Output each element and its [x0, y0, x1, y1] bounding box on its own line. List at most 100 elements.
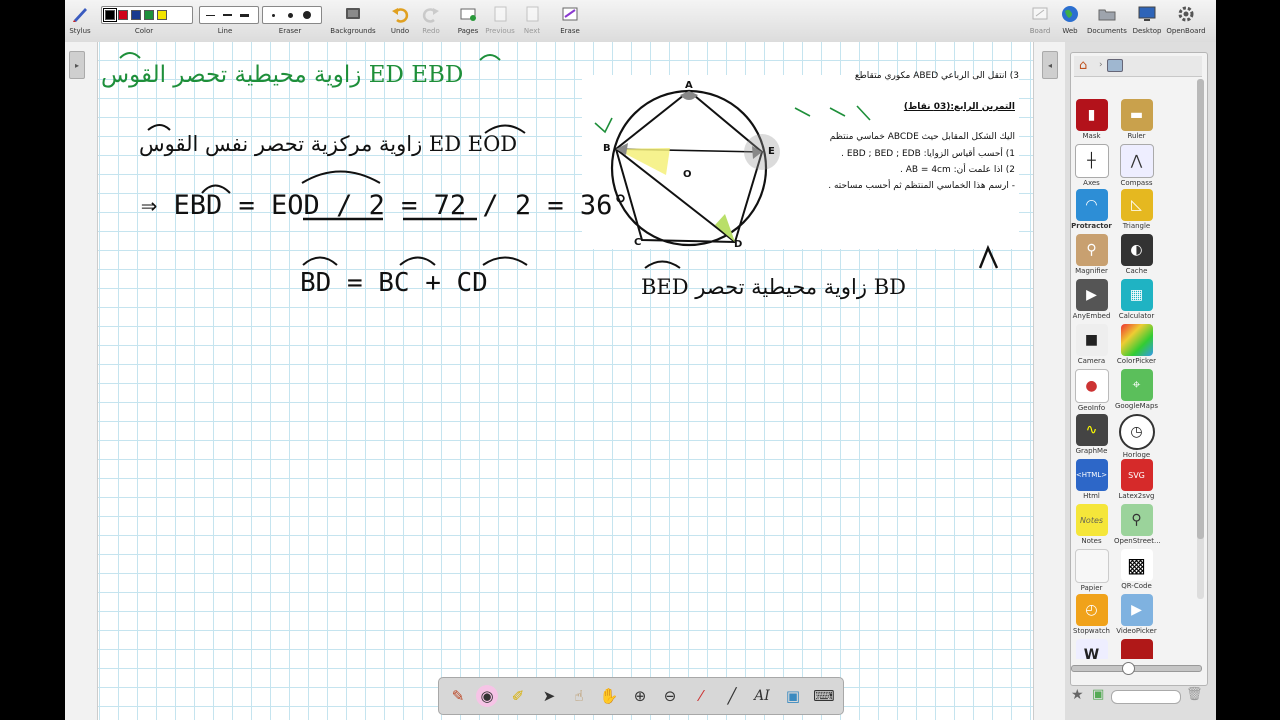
interact-hand-icon[interactable]: ☝: [568, 685, 590, 707]
line-tool-icon[interactable]: ╱: [721, 685, 743, 707]
laser-pointer-icon[interactable]: ⁄: [690, 685, 712, 707]
library-item-ruler[interactable]: ▬ Ruler: [1114, 99, 1159, 140]
marker-tool-icon[interactable]: ✐: [507, 685, 529, 707]
zoom-in-icon[interactable]: ⊕: [629, 685, 651, 707]
pages-icon[interactable]: [459, 5, 477, 23]
next-label: Next: [523, 27, 541, 35]
library-item-anyembed[interactable]: ▶ AnyEmbed: [1069, 279, 1114, 320]
library-item-horloge[interactable]: ◷ Horloge: [1114, 414, 1159, 459]
library-scrollbar[interactable]: [1197, 79, 1204, 599]
slider-handle[interactable]: [1122, 662, 1135, 675]
openboard-settings-icon[interactable]: [1177, 5, 1195, 23]
library-home-icon[interactable]: ⌂: [1079, 58, 1087, 73]
library-item-compass[interactable]: ⋀ Compass: [1114, 144, 1159, 187]
library-item-camera[interactable]: ■ Camera: [1069, 324, 1114, 365]
erase-board-icon[interactable]: [561, 5, 579, 23]
library-item-openstreetmap[interactable]: ⚲ OpenStreet...: [1114, 504, 1161, 545]
triangle-icon: ◺: [1120, 189, 1153, 221]
favorite-star-icon[interactable]: ★: [1071, 687, 1084, 703]
library-search-input[interactable]: [1111, 690, 1181, 704]
desktop-monitor-icon[interactable]: [1138, 5, 1156, 23]
compass-icon: ⋀: [1119, 144, 1154, 178]
library-item-html[interactable]: <HTML> Html: [1069, 459, 1114, 500]
protractor-icon: ◠: [1075, 189, 1108, 221]
library-item-videopicker[interactable]: ▶ VideoPicker: [1114, 594, 1159, 635]
eraser-medium-option[interactable]: [283, 9, 297, 21]
documents-folder-icon[interactable]: [1098, 5, 1116, 23]
breadcrumb-chevron-icon: ›: [1099, 60, 1103, 70]
library-item-papier[interactable]: Papier: [1069, 549, 1114, 592]
left-board-margin: ▸: [65, 42, 98, 720]
right-board-margin: ◂: [1033, 42, 1066, 720]
label-O: O: [683, 169, 692, 180]
eraser-large-option[interactable]: [300, 9, 314, 21]
videopicker-icon: ▶: [1120, 594, 1153, 626]
openboard-window: Stylus Color Line Eraser Backgrounds Und…: [65, 0, 1216, 720]
library-item-next[interactable]: [1114, 639, 1159, 659]
trash-icon[interactable]: 🗑: [1186, 687, 1203, 702]
color-swatch-black[interactable]: [103, 8, 117, 22]
line-thick-option[interactable]: [237, 9, 251, 21]
library-item-calculator[interactable]: ▦ Calculator: [1114, 279, 1159, 320]
label-A: A: [685, 80, 693, 91]
eraser-label: Eraser: [278, 27, 302, 35]
library-item-cache[interactable]: ◐ Cache: [1114, 234, 1159, 275]
capture-tool-icon[interactable]: ▣: [782, 685, 804, 707]
erase-label: Erase: [560, 27, 580, 35]
eraser-tool-icon[interactable]: ◉: [476, 685, 498, 707]
undo-icon[interactable]: [391, 5, 409, 23]
calculator-icon: ▦: [1120, 279, 1153, 311]
undo-label: Undo: [390, 27, 410, 35]
library-item-qrcode[interactable]: ▩ QR-Code: [1114, 549, 1159, 590]
line-medium-option[interactable]: [220, 9, 234, 21]
color-swatch-yellow[interactable]: [157, 10, 167, 20]
keyboard-icon[interactable]: ⌨: [813, 685, 835, 707]
library-item-colorpicker[interactable]: ColorPicker: [1114, 324, 1159, 365]
backgrounds-label: Backgrounds: [330, 27, 376, 35]
backgrounds-icon[interactable]: [344, 5, 362, 23]
library-item-protractor[interactable]: ◠ Protractor: [1069, 189, 1114, 230]
eraser-size-selector[interactable]: [262, 6, 322, 24]
web-globe-icon[interactable]: [1061, 5, 1079, 23]
text-tool-icon[interactable]: AI: [751, 685, 773, 707]
redo-label: Redo: [422, 27, 440, 35]
library-item-stopwatch[interactable]: ◴ Stopwatch: [1069, 594, 1114, 635]
library-folder-icon[interactable]: [1107, 59, 1123, 72]
line-width-selector[interactable]: [199, 6, 259, 24]
web-label: Web: [1062, 27, 1078, 35]
googlemaps-icon: ⌖: [1120, 369, 1153, 401]
exercise-worksheet-image[interactable]: A B C D E O 3) انتقل الى الرباعي ABED مك…: [582, 71, 1019, 250]
line-thin-option[interactable]: [203, 9, 217, 21]
notes-icon: Notes: [1075, 504, 1108, 536]
openstreetmap-icon: ⚲: [1120, 504, 1153, 536]
geoinfo-icon: ●: [1074, 369, 1109, 403]
library-item-triangle[interactable]: ◺ Triangle: [1114, 189, 1159, 230]
color-swatch-red[interactable]: [118, 10, 128, 20]
thumbnail-size-slider[interactable]: [1071, 662, 1202, 675]
right-panel-toggle[interactable]: ◂: [1042, 51, 1058, 79]
stylus-icon[interactable]: [71, 5, 89, 23]
eraser-small-option[interactable]: [266, 9, 280, 21]
zoom-out-icon[interactable]: ⊖: [659, 685, 681, 707]
library-item-magnifier[interactable]: ⚲ Magnifier: [1069, 234, 1114, 275]
library-item-notes[interactable]: Notes Notes: [1069, 504, 1114, 545]
color-swatch-green[interactable]: [144, 10, 154, 20]
select-arrow-icon[interactable]: ➤: [538, 685, 560, 707]
widget-icon: [1120, 639, 1153, 659]
library-item-mask[interactable]: ▮ Mask: [1069, 99, 1114, 140]
library-item-wikipedia[interactable]: W: [1069, 639, 1114, 659]
new-folder-icon[interactable]: ▣: [1092, 687, 1104, 702]
exercise-line-3: 2) اذا علمت أن: AB = 4cm .: [899, 165, 1015, 175]
board-mode-icon[interactable]: [1031, 5, 1049, 23]
pen-tool-icon[interactable]: ✎: [447, 685, 469, 707]
library-item-axes[interactable]: ┼ Axes: [1069, 144, 1114, 187]
library-item-geoinfo[interactable]: ● GeoInfo: [1069, 369, 1114, 412]
library-item-googlemaps[interactable]: ⌖ GoogleMaps: [1114, 369, 1159, 410]
color-palette[interactable]: [101, 6, 193, 24]
pan-hand-icon[interactable]: ✋: [598, 685, 620, 707]
worksheet-top-line: 3) انتقل الى الرباعي ABED مكوري متقاطع: [854, 71, 1019, 81]
library-item-graphme[interactable]: ∿ GraphMe: [1069, 414, 1114, 455]
color-swatch-blue[interactable]: [131, 10, 141, 20]
library-item-latex2svg[interactable]: SVG Latex2svg: [1114, 459, 1159, 500]
left-panel-toggle[interactable]: ▸: [69, 51, 85, 79]
